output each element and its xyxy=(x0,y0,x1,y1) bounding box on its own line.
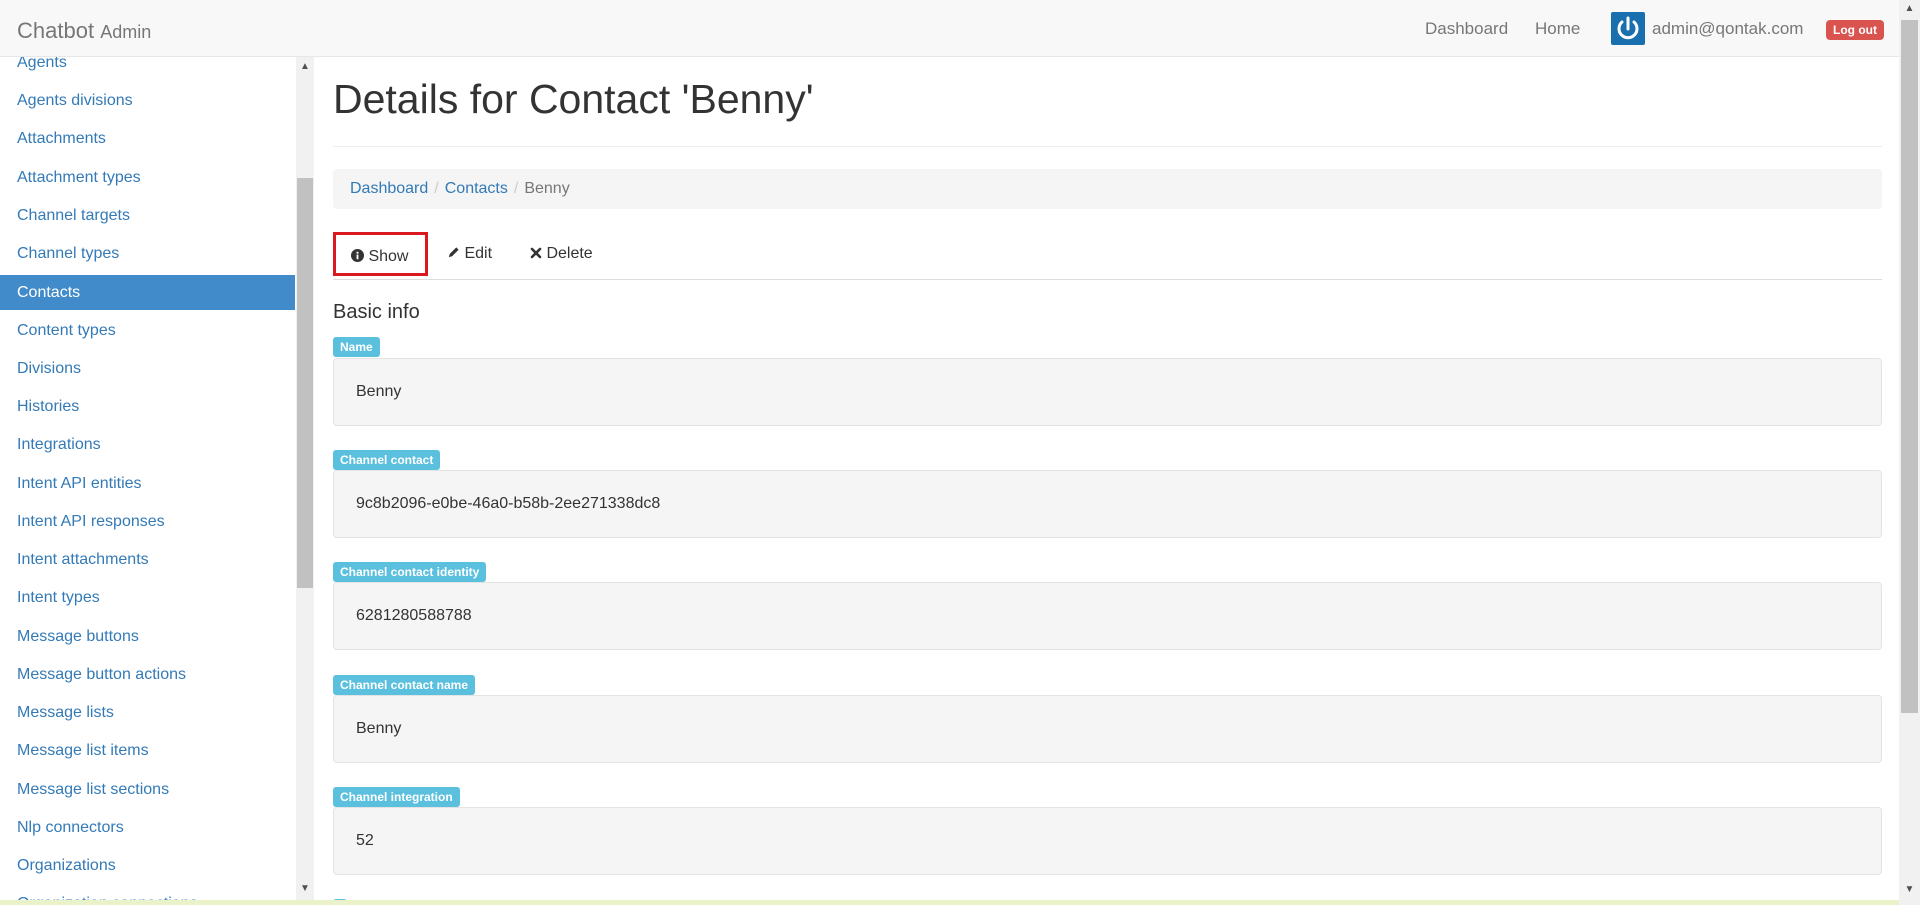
field-label-channel-contact-identity: Channel contact identity xyxy=(333,562,487,582)
title-divider xyxy=(333,146,1882,147)
sidebar-item-message-buttons[interactable]: Message buttons xyxy=(0,619,295,654)
sidebar-item-content-types[interactable]: Content types xyxy=(0,313,295,348)
sidebar-item-intent-api-entities[interactable]: Intent API entities xyxy=(0,466,295,501)
sidebar-item-intent-types[interactable]: Intent types xyxy=(0,580,295,615)
page-scrollbar-thumb[interactable] xyxy=(1901,20,1918,713)
sidebar-item-message-list-items[interactable]: Message list items xyxy=(0,733,295,768)
logout-button[interactable]: Log out xyxy=(1826,20,1884,40)
breadcrumb-separator: / xyxy=(434,180,439,197)
tab-show[interactable]: Show xyxy=(333,232,428,276)
sidebar-item-contacts[interactable]: Contacts xyxy=(0,275,295,310)
sidebar-item-histories[interactable]: Histories xyxy=(0,389,295,424)
field-label-name: Name xyxy=(333,337,380,357)
field-value-channel-contact-identity: 6281280588788 xyxy=(333,582,1882,650)
sidebar-item-intent-attachments[interactable]: Intent attachments xyxy=(0,542,295,577)
field-label-channel-contact: Channel contact xyxy=(333,450,441,470)
breadcrumb-contacts[interactable]: Contacts xyxy=(445,180,508,197)
tab-edit[interactable]: Edit xyxy=(447,232,492,276)
sidebar-item-agents-divisions[interactable]: Agents divisions xyxy=(0,83,295,118)
sidebar: Agents Agents divisions Attachments Atta… xyxy=(0,57,296,905)
field-value-name: Benny xyxy=(333,358,1882,426)
info-circle-icon xyxy=(351,248,368,265)
top-navbar: Chatbot Admin Dashboard Home admin@qonta… xyxy=(0,0,1899,57)
sidebar-item-agents[interactable]: Agents xyxy=(0,57,295,80)
brand-logo[interactable]: Chatbot Admin xyxy=(17,18,151,44)
bottom-status-strip xyxy=(0,900,1899,905)
field-label-channel-integration: Channel integration xyxy=(333,787,460,807)
sidebar-item-channel-types[interactable]: Channel types xyxy=(0,236,295,271)
sidebar-item-nlp-connectors[interactable]: Nlp connectors xyxy=(0,810,295,845)
scroll-down-arrow-icon[interactable]: ▼ xyxy=(296,883,314,894)
field-value-channel-contact-name: Benny xyxy=(333,695,1882,763)
brand-subtitle: Admin xyxy=(100,22,152,42)
tab-show-label: Show xyxy=(368,248,409,265)
sidebar-scrollbar-thumb[interactable] xyxy=(297,178,313,588)
page-scroll-up-arrow-icon[interactable]: ▲ xyxy=(1899,3,1920,14)
brand-title: Chatbot xyxy=(17,18,95,43)
scroll-up-arrow-icon[interactable]: ▲ xyxy=(296,61,314,72)
tab-delete[interactable]: Delete xyxy=(530,232,593,276)
breadcrumb: Dashboard / Contacts / Benny xyxy=(333,169,1882,209)
page-scrollbar[interactable]: ▲ ▼ xyxy=(1899,0,1920,905)
sidebar-item-message-list-sections[interactable]: Message list sections xyxy=(0,772,295,807)
field-label-channel-contact-name: Channel contact name xyxy=(333,675,476,695)
breadcrumb-dashboard[interactable]: Dashboard xyxy=(350,180,428,197)
user-email-link[interactable]: admin@qontak.com xyxy=(1652,19,1803,39)
sidebar-item-message-button-actions[interactable]: Message button actions xyxy=(0,657,295,692)
tab-edit-label: Edit xyxy=(464,245,493,262)
sidebar-item-channel-targets[interactable]: Channel targets xyxy=(0,198,295,233)
section-title: Basic info xyxy=(333,301,420,323)
nav-dashboard-link[interactable]: Dashboard xyxy=(1425,19,1508,39)
nav-home-link[interactable]: Home xyxy=(1535,19,1580,39)
tab-delete-label: Delete xyxy=(546,245,593,262)
breadcrumb-separator: / xyxy=(513,180,519,197)
page-title: Details for Contact 'Benny' xyxy=(333,76,814,122)
sidebar-item-attachment-types[interactable]: Attachment types xyxy=(0,160,295,195)
sidebar-item-attachments[interactable]: Attachments xyxy=(0,121,295,156)
field-value-channel-integration: 52 xyxy=(333,807,1882,875)
close-icon xyxy=(530,245,546,262)
power-icon[interactable] xyxy=(1611,12,1645,45)
sidebar-item-message-lists[interactable]: Message lists xyxy=(0,695,295,730)
tabs-divider xyxy=(333,279,1882,280)
sidebar-item-divisions[interactable]: Divisions xyxy=(0,351,295,386)
sidebar-scrollbar[interactable]: ▲ ▼ xyxy=(296,57,314,900)
breadcrumb-current: Benny xyxy=(524,180,570,197)
field-value-channel-contact: 9c8b2096-e0be-46a0-b58b-2ee271338dc8 xyxy=(333,470,1882,538)
pencil-icon xyxy=(447,245,464,262)
sidebar-item-integrations[interactable]: Integrations xyxy=(0,427,295,462)
sidebar-item-organizations[interactable]: Organizations xyxy=(0,848,295,883)
sidebar-item-intent-api-responses[interactable]: Intent API responses xyxy=(0,504,295,539)
page-scroll-down-arrow-icon[interactable]: ▼ xyxy=(1899,884,1920,895)
